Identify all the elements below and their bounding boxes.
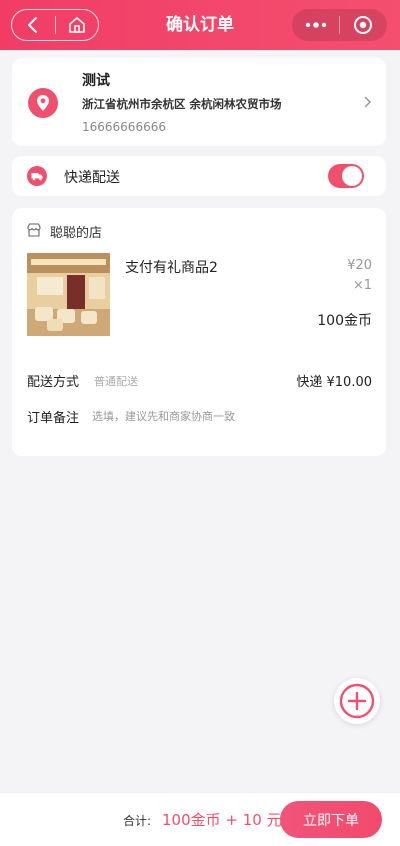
target-icon [354,16,373,34]
navigation-bar: 确认订单 [0,0,400,50]
total-label: 合计: [123,814,152,828]
product-coin-price: 100金币 [317,313,372,329]
more-icon [305,22,326,28]
express-delivery-toggle[interactable] [328,164,364,188]
floating-add-button[interactable] [334,678,380,724]
product-price: ¥20 [347,258,372,273]
close-miniprogram-button[interactable] [340,9,387,41]
plus-circle-icon [339,683,375,719]
delivery-label: 快递配送 [64,170,120,186]
product-quantity: ×1 [352,278,372,293]
shop-icon [27,223,41,237]
delivery-card: 快递配送 [12,156,386,196]
place-order-button[interactable]: 立即下单 [280,801,382,838]
order-remark-label: 订单备注 [27,411,80,426]
address-detail: 浙江省杭州市余杭区 余杭闲林农贸市场 [82,97,282,111]
total-amount: 100金币 + 10 元 [162,811,282,829]
shop-name: 聪聪的店 [50,226,103,241]
chevron-right-icon [364,96,372,108]
shipping-method-value: 普通配送 [94,375,138,388]
truck-icon [27,166,47,186]
recipient-name: 测试 [82,73,110,89]
checkout-bar: 合计: 100金币 + 10 元 立即下单 [0,792,400,846]
toggle-knob [342,166,362,186]
miniprogram-capsule [292,9,387,41]
product-image [27,253,110,336]
more-button[interactable] [292,9,339,41]
recipient-phone: 16666666666 [82,120,166,134]
order-card: 聪聪的店 支付有礼商品2 ¥20 ×1 100金币 配送方式 普通配送 快递 ¥… [12,208,386,456]
order-remark-input[interactable] [92,407,292,425]
location-pin-icon [28,88,58,118]
product-name: 支付有礼商品2 [125,260,218,276]
shipping-fee: 快递 ¥10.00 [296,375,372,390]
shipping-method-label: 配送方式 [27,375,80,390]
address-card[interactable]: 测试 浙江省杭州市余杭区 余杭闲林农贸市场 16666666666 [12,58,386,146]
